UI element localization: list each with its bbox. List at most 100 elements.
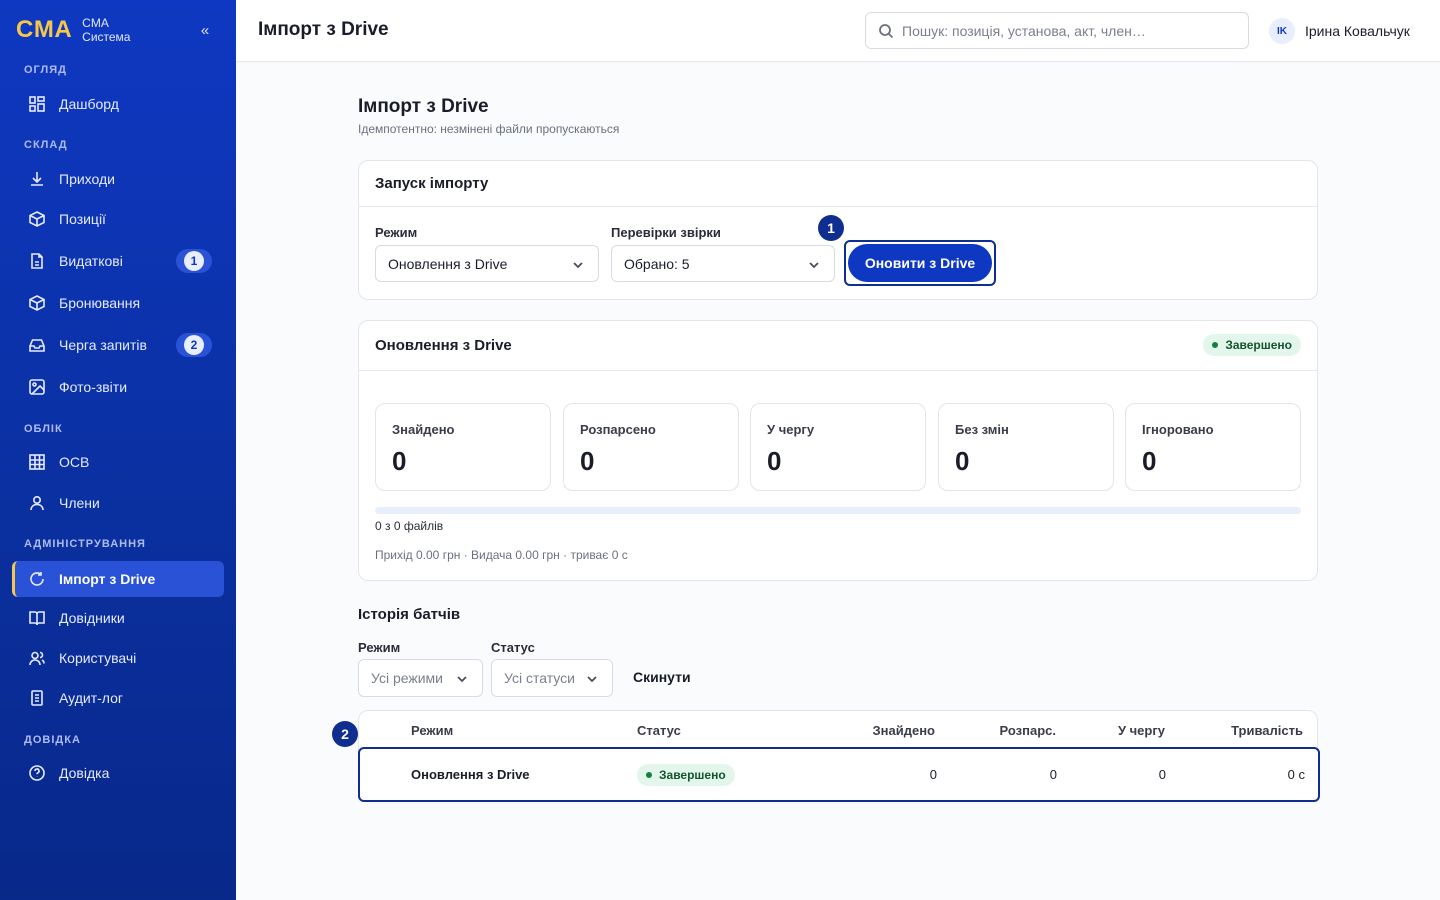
log-icon bbox=[28, 689, 46, 707]
chevron-down-icon bbox=[586, 672, 598, 684]
sidebar-item-positions[interactable]: Позиції bbox=[12, 201, 224, 237]
stat-label: Без змін bbox=[955, 422, 1009, 437]
sidebar-item-label: Видаткові bbox=[59, 253, 123, 269]
sidebar-item-dashboard[interactable]: Дашборд bbox=[12, 86, 224, 122]
checks-select[interactable]: Обрано: 5 bbox=[611, 245, 835, 282]
sidebar-item-members[interactable]: Члени bbox=[12, 485, 224, 521]
sidebar-item-expenses[interactable]: Видаткові 1 bbox=[12, 243, 224, 279]
chevron-down-icon bbox=[456, 672, 468, 684]
run-card-header: Оновлення з Drive Завершено bbox=[359, 321, 1317, 371]
progress-text: 0 з 0 файлів bbox=[375, 519, 444, 533]
search-box[interactable] bbox=[865, 12, 1249, 49]
status-dot-icon bbox=[1212, 342, 1219, 348]
search-input[interactable] bbox=[902, 22, 1232, 39]
status-badge: Завершено bbox=[637, 764, 735, 786]
sidebar-item-directories[interactable]: Довідники bbox=[12, 600, 224, 636]
sidebar-item-label: Приходи bbox=[59, 171, 115, 187]
stat-label: Розпарсено bbox=[580, 422, 656, 437]
history-status-select[interactable]: Усі статуси bbox=[491, 659, 613, 697]
run-status-card: Оновлення з Drive Завершено Знайдено 0 Р… bbox=[358, 320, 1318, 581]
page-title: Імпорт з Drive bbox=[358, 96, 489, 117]
sidebar-item-audit-log[interactable]: Аудит-лог bbox=[12, 680, 224, 716]
brand[interactable]: CMA CMA Система bbox=[16, 16, 130, 44]
stat-value: 0 bbox=[1142, 446, 1157, 476]
help-icon bbox=[28, 764, 46, 782]
reset-filters-button[interactable]: Скинути bbox=[633, 669, 691, 685]
step-badge: 2 bbox=[332, 721, 358, 747]
image-icon bbox=[28, 378, 46, 396]
column-header-mode: Режим bbox=[411, 723, 454, 738]
brand-line1: CMA bbox=[82, 16, 109, 30]
brand-line2: Система bbox=[82, 30, 131, 44]
sidebar-item-label: Імпорт з Drive bbox=[59, 571, 156, 587]
user-menu[interactable]: IK Ірина Ковальчук bbox=[1269, 18, 1410, 44]
progress-bar bbox=[375, 507, 1301, 514]
run-card-title: Оновлення з Drive bbox=[375, 337, 512, 354]
refresh-from-drive-button[interactable]: Оновити з Drive bbox=[848, 244, 992, 282]
page-subtitle: Ідемпотентно: незмінені файли пропускают… bbox=[358, 122, 620, 136]
sidebar-item-reservations[interactable]: Бронювання bbox=[12, 285, 224, 321]
user-icon bbox=[28, 494, 46, 512]
topbar-title: Імпорт з Drive bbox=[258, 19, 389, 40]
stat-card-unchanged: Без змін 0 bbox=[938, 403, 1114, 491]
chevron-down-icon bbox=[572, 258, 584, 270]
user-name: Ірина Ковальчук bbox=[1305, 23, 1410, 39]
search-icon bbox=[879, 23, 894, 38]
sidebar-item-request-queue[interactable]: Черга запитів 2 bbox=[12, 327, 224, 363]
sidebar-item-label: Черга запитів bbox=[59, 337, 147, 353]
brand-text: CMA Система bbox=[82, 16, 130, 44]
status-badge: Завершено bbox=[1203, 334, 1301, 356]
sidebar-item-photo-reports[interactable]: Фото-звіти bbox=[12, 369, 224, 405]
sidebar-item-drive-import[interactable]: Імпорт з Drive bbox=[12, 561, 224, 597]
users-icon bbox=[28, 649, 46, 667]
sidebar-item-users[interactable]: Користувачі bbox=[12, 640, 224, 676]
box-icon bbox=[28, 210, 46, 228]
stat-value: 0 bbox=[580, 446, 595, 476]
mode-select[interactable]: Оновлення з Drive bbox=[375, 245, 599, 282]
step-badge: 1 bbox=[818, 215, 844, 241]
count-badge-value: 2 bbox=[184, 335, 204, 355]
cell-mode: Оновлення з Drive bbox=[411, 767, 530, 782]
table-row[interactable]: Оновлення з Drive Завершено 0 0 0 0 с bbox=[358, 747, 1320, 802]
cell-queued: 0 bbox=[1158, 767, 1166, 782]
nav-section-overview: ОГЛЯД bbox=[24, 64, 67, 76]
checks-select-value: Обрано: 5 bbox=[624, 255, 690, 272]
collapse-sidebar-button[interactable]: « bbox=[196, 22, 214, 42]
grid-icon bbox=[28, 95, 46, 113]
sidebar-item-label: Бронювання bbox=[59, 295, 141, 311]
history-title: Історія батчів bbox=[358, 606, 461, 623]
brand-logo: CMA bbox=[16, 16, 73, 43]
nav-section-help: ДОВІДКА bbox=[24, 734, 81, 746]
history-mode-label: Режим bbox=[358, 640, 401, 655]
stat-label: Ігноровано bbox=[1142, 422, 1214, 437]
batch-history-table: Режим Статус Знайдено Розпарс. У чергу Т… bbox=[358, 710, 1320, 802]
column-header-parsed: Розпарс. bbox=[999, 723, 1056, 738]
count-badge: 1 bbox=[176, 249, 212, 273]
sidebar-item-label: Дашборд bbox=[59, 96, 119, 112]
chevron-down-icon bbox=[808, 258, 820, 270]
history-mode-select[interactable]: Усі режими bbox=[358, 659, 483, 697]
checks-label: Перевірки звірки bbox=[611, 225, 721, 240]
sidebar-item-osv[interactable]: ОСВ bbox=[12, 444, 224, 480]
sidebar-item-label: Користувачі bbox=[59, 650, 137, 666]
stat-value: 0 bbox=[392, 446, 407, 476]
sidebar-item-help[interactable]: Довідка bbox=[12, 755, 224, 791]
launch-card-title: Запуск імпорту bbox=[359, 161, 1317, 207]
column-header-duration: Тривалість bbox=[1231, 723, 1303, 738]
history-status-value: Усі статуси bbox=[504, 670, 575, 686]
inbox-icon bbox=[28, 336, 46, 354]
book-icon bbox=[28, 609, 46, 627]
cell-found: 0 bbox=[929, 767, 937, 782]
box-icon bbox=[28, 294, 46, 312]
sidebar: CMA CMA Система « ОГЛЯД Дашборд СКЛАД Пр… bbox=[0, 0, 236, 900]
table-icon bbox=[28, 453, 46, 471]
refresh-icon bbox=[28, 570, 46, 588]
stat-card-ignored: Ігноровано 0 bbox=[1125, 403, 1301, 491]
stat-card-queued: У чергу 0 bbox=[750, 403, 926, 491]
stat-card-found: Знайдено 0 bbox=[375, 403, 551, 491]
sidebar-item-label: Довідники bbox=[59, 610, 125, 626]
sidebar-item-receipts[interactable]: Приходи bbox=[12, 161, 224, 197]
cell-duration: 0 с bbox=[1287, 767, 1305, 782]
stat-value: 0 bbox=[767, 446, 782, 476]
mode-label: Режим bbox=[375, 225, 418, 240]
